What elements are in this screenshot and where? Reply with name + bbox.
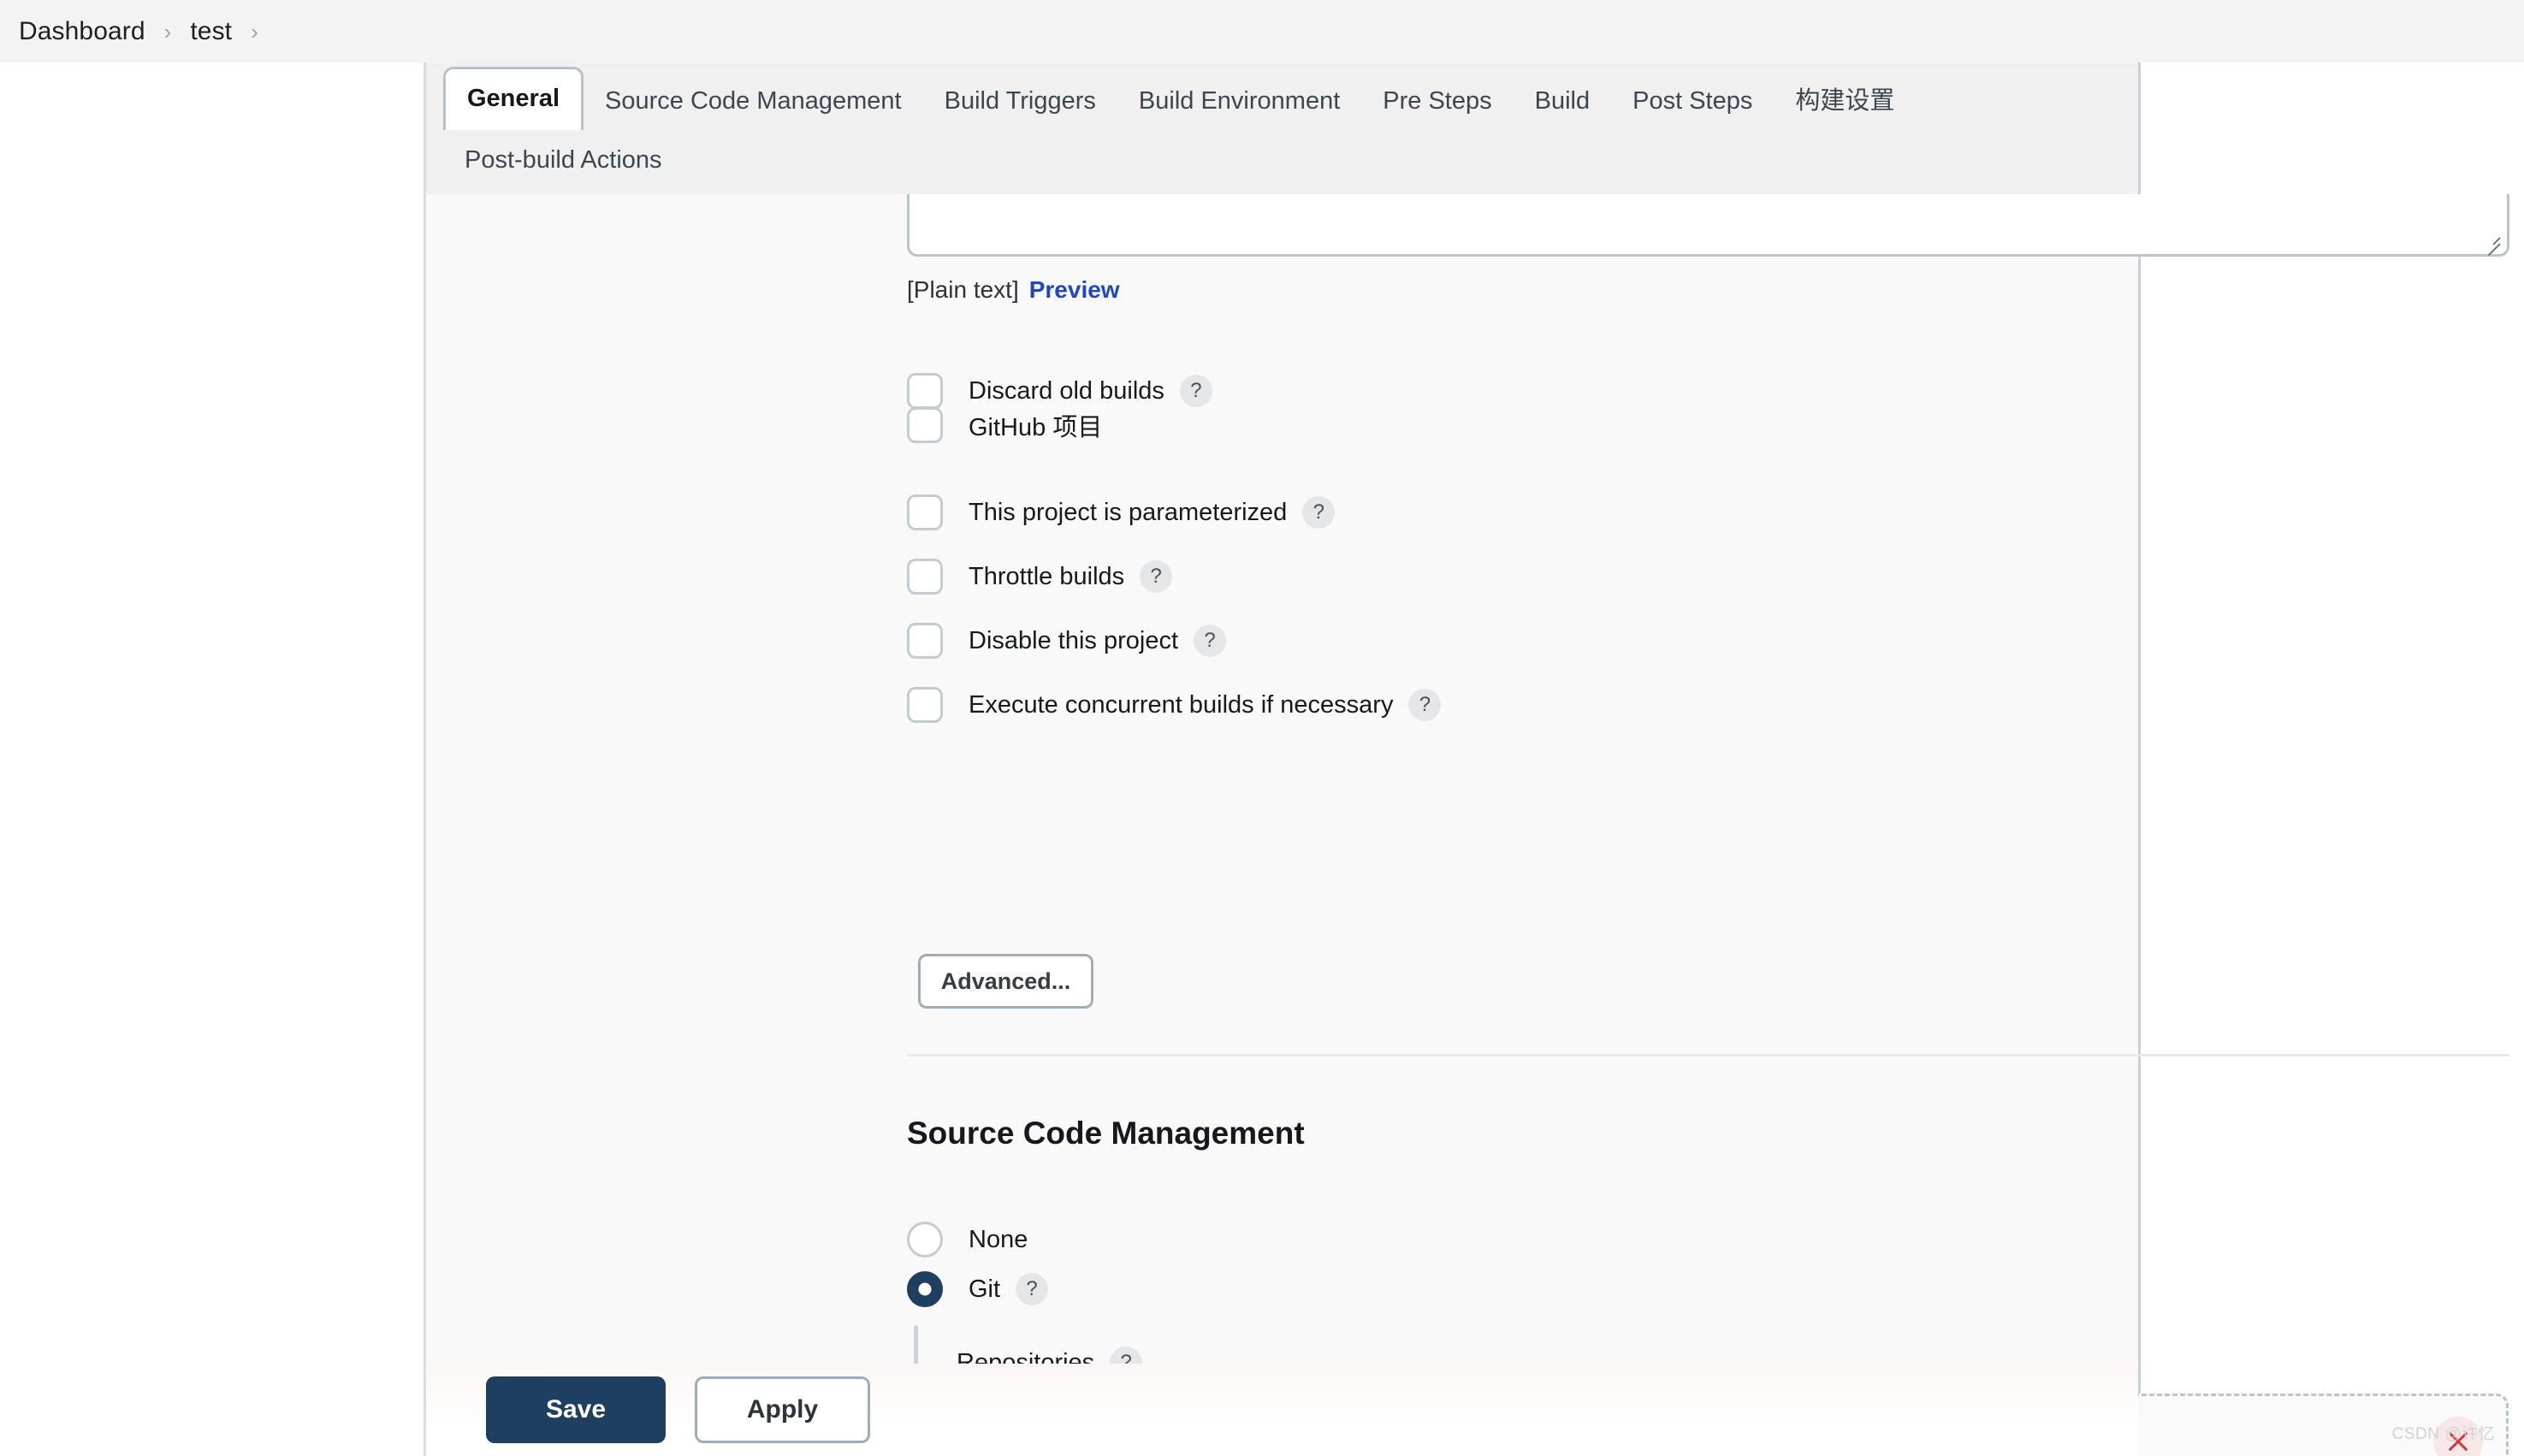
right-divider (2138, 62, 2141, 1456)
help-icon-concurrent-builds[interactable]: ? (1408, 689, 1442, 721)
plain-text-label: [Plain text] (907, 276, 1019, 303)
tab-general[interactable]: General (443, 67, 584, 130)
form-action-bar: Save Apply (426, 1364, 2138, 1456)
advanced-button[interactable]: Advanced... (918, 954, 1093, 1009)
checkbox-concurrent-builds[interactable] (907, 687, 943, 723)
checkbox-label-parameterized: This project is parameterized (969, 498, 1288, 526)
checkbox-label-github-project: GitHub 项目 (969, 414, 1103, 441)
checkbox-throttle-builds[interactable] (907, 559, 943, 595)
config-form: [Plain text] Preview Discard old builds ?… (426, 194, 2509, 1456)
checkbox-label-concurrent-builds: Execute concurrent builds if necessary (969, 690, 1394, 719)
tab-post-build-actions[interactable]: Post-build Actions (465, 146, 662, 175)
breadcrumb-item-test[interactable]: test (190, 17, 232, 46)
help-icon-discard-old-builds[interactable]: ? (1179, 375, 1212, 407)
radio-scm-none[interactable] (907, 1222, 943, 1258)
checkbox-row-github-project[interactable]: GitHub 项目 (907, 405, 1102, 446)
tab-build[interactable]: Build (1514, 73, 1612, 129)
radio-row-scm-git[interactable]: Git ? (907, 1269, 1049, 1310)
chevron-right-icon: › (251, 18, 258, 44)
config-tab-strip: General Source Code Management Build Tri… (426, 62, 2138, 194)
breadcrumb: Dashboard › test › (0, 0, 2524, 62)
tab-source-code-management[interactable]: Source Code Management (584, 73, 923, 129)
checkbox-label-disable-project: Disable this project (969, 626, 1178, 654)
radio-label-scm-none: None (969, 1225, 1028, 1253)
help-icon-disable-project[interactable]: ? (1194, 624, 1226, 657)
checkbox-row-throttle-builds[interactable]: Throttle builds ? (907, 556, 1173, 597)
tab-build-settings[interactable]: 构建设置 (1774, 73, 1916, 129)
checkbox-github-project[interactable] (907, 407, 943, 443)
jenkins-job-config-page: Dashboard › test › General Source Code M… (0, 0, 2524, 1456)
radio-row-scm-none[interactable]: None (907, 1219, 1028, 1260)
checkbox-disable-project[interactable] (907, 623, 943, 659)
save-button[interactable]: Save (486, 1376, 666, 1443)
resize-handle-icon[interactable] (2481, 230, 2501, 257)
preview-link[interactable]: Preview (1029, 276, 1120, 303)
description-markup-row: [Plain text] Preview (907, 276, 1120, 304)
help-icon-scm-git[interactable]: ? (1016, 1273, 1049, 1305)
checkbox-parameterized[interactable] (907, 494, 943, 530)
radio-label-scm-git: Git (969, 1275, 1001, 1303)
checkbox-row-disable-project[interactable]: Disable this project ? (907, 620, 1226, 661)
tab-build-triggers[interactable]: Build Triggers (923, 73, 1117, 129)
tab-row-secondary: Post-build Actions (426, 129, 2138, 191)
apply-button[interactable]: Apply (695, 1376, 870, 1443)
radio-scm-git[interactable] (907, 1271, 943, 1307)
checkbox-discard-old-builds[interactable] (907, 373, 943, 409)
checkbox-row-parameterized[interactable]: This project is parameterized ? (907, 492, 1336, 533)
help-icon-throttle-builds[interactable]: ? (1140, 560, 1173, 593)
tab-build-environment[interactable]: Build Environment (1117, 73, 1361, 129)
section-title-scm: Source Code Management (907, 1116, 1305, 1151)
checkbox-label-discard-old-builds: Discard old builds (969, 376, 1164, 405)
tab-pre-steps[interactable]: Pre Steps (1361, 73, 1513, 129)
tab-post-steps[interactable]: Post Steps (1611, 73, 1774, 129)
checkbox-row-concurrent-builds[interactable]: Execute concurrent builds if necessary ? (907, 684, 1442, 725)
description-textarea[interactable] (907, 194, 2509, 257)
tab-row-primary: General Source Code Management Build Tri… (426, 62, 2138, 130)
section-divider (907, 1054, 2509, 1056)
help-icon-parameterized[interactable]: ? (1302, 496, 1336, 529)
watermark: CSDN @许忆 (2391, 1425, 2495, 1443)
chevron-right-icon: › (163, 18, 172, 44)
breadcrumb-item-dashboard[interactable]: Dashboard (19, 17, 145, 46)
checkbox-label-throttle-builds: Throttle builds (969, 562, 1125, 590)
